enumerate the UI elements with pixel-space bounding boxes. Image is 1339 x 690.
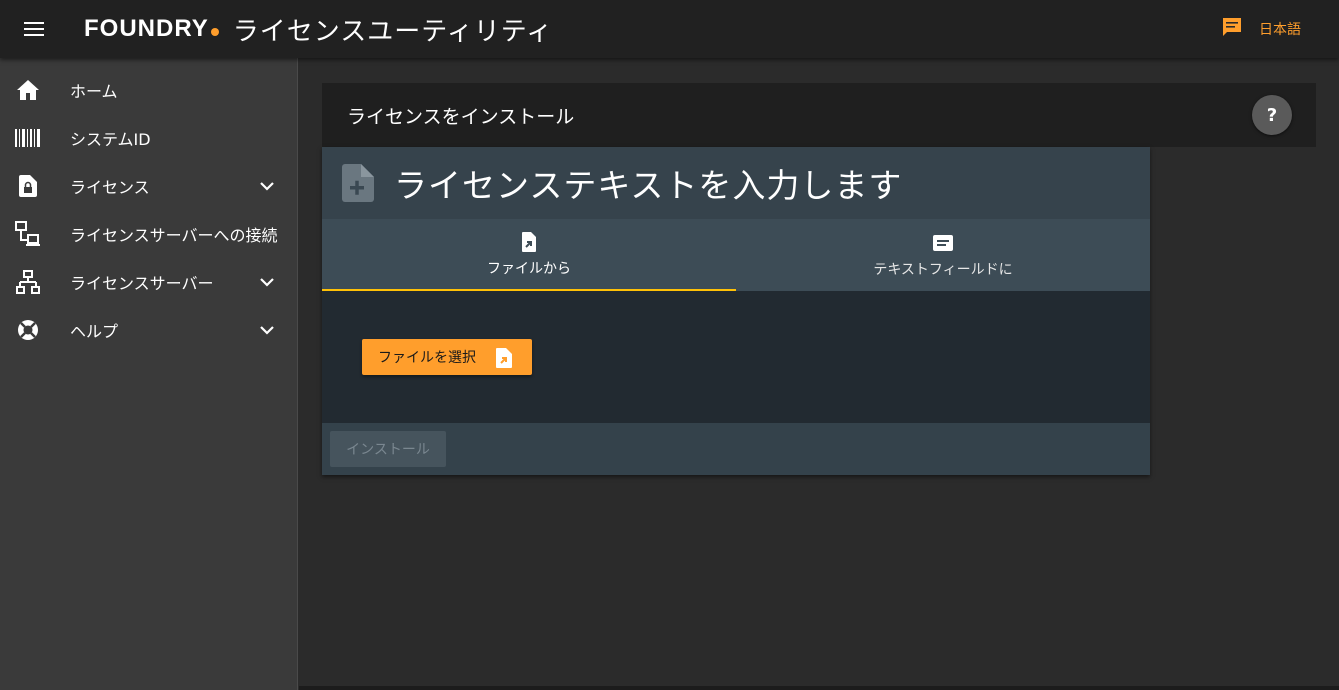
sidebar-item-label: ライセンスサーバーへの接続 xyxy=(70,226,278,245)
page-header: ライセンスをインストール ? xyxy=(322,83,1316,147)
sidebar-item-help[interactable]: ヘルプ xyxy=(0,306,297,354)
chevron-down-icon[interactable] xyxy=(257,272,277,292)
bottom-edge xyxy=(299,686,1339,690)
choose-file-label: ファイルを選択 xyxy=(378,350,476,366)
card-header: ライセンステキストを入力します xyxy=(322,147,1150,219)
barcode-icon xyxy=(14,124,42,152)
sidebar-item-label: システムID xyxy=(70,130,151,149)
sidebar-item-license[interactable]: ライセンス xyxy=(0,162,297,210)
network-connect-icon xyxy=(14,220,42,248)
home-icon xyxy=(14,76,42,104)
tab-panel-file: ファイルを選択 xyxy=(322,291,1150,423)
license-input-card: ライセンステキストを入力します ファイルから テキストフィールドに ファイルを選… xyxy=(322,147,1150,475)
app-bar: FOUNDRY ライセンスユーティリティ 日本語 xyxy=(0,0,1339,58)
sidebar-item-label: ライセンス xyxy=(70,178,150,197)
sidebar-item-home[interactable]: ホーム xyxy=(0,66,297,114)
main-content: ライセンスをインストール ? ライセンステキストを入力します ファイルから テキ… xyxy=(299,58,1339,686)
text-message-icon xyxy=(931,231,955,255)
card-actions: インストール xyxy=(322,423,1150,475)
sidebar-item-label: ヘルプ xyxy=(70,322,119,341)
sidebar: ホーム システムID ライセンス ライセンスサーバーへの接続 ライセンスサーバー xyxy=(0,58,298,690)
install-button[interactable]: インストール xyxy=(330,431,446,467)
tab-label: ファイルから xyxy=(487,261,571,277)
sidebar-item-system-id[interactable]: システムID xyxy=(0,114,297,162)
server-tree-icon xyxy=(14,268,42,296)
chat-bubble-icon xyxy=(1221,16,1243,42)
help-button[interactable]: ? xyxy=(1252,95,1292,135)
choose-file-button[interactable]: ファイルを選択 xyxy=(362,339,532,375)
lock-file-icon xyxy=(14,172,42,200)
sidebar-item-connect-license-server[interactable]: ライセンスサーバーへの接続 xyxy=(0,210,297,258)
sidebar-item-license-server[interactable]: ライセンスサーバー xyxy=(0,258,297,306)
language-selector[interactable]: 日本語 xyxy=(1221,0,1301,58)
brand-dot xyxy=(210,28,219,36)
file-add-icon xyxy=(342,164,374,202)
language-label: 日本語 xyxy=(1259,22,1301,38)
lifebuoy-icon xyxy=(14,316,42,344)
brand-name: FOUNDRY xyxy=(84,15,209,42)
menu-icon[interactable] xyxy=(22,17,46,41)
page-title: ライセンスをインストール xyxy=(347,105,575,128)
input-method-tabs: ファイルから テキストフィールドに xyxy=(322,219,1150,291)
tab-from-file[interactable]: ファイルから xyxy=(322,219,736,291)
chevron-down-icon[interactable] xyxy=(257,176,277,196)
card-title: ライセンステキストを入力します xyxy=(394,166,903,205)
tab-label: テキストフィールドに xyxy=(873,262,1013,278)
sidebar-item-label: ホーム xyxy=(70,82,118,101)
file-upload-icon xyxy=(517,230,541,254)
brand-logo: FOUNDRY xyxy=(84,15,219,43)
sidebar-item-label: ライセンスサーバー xyxy=(70,274,214,293)
tab-text-field[interactable]: テキストフィールドに xyxy=(736,219,1150,291)
file-upload-icon xyxy=(494,347,514,369)
app-title: ライセンスユーティリティ xyxy=(232,16,554,47)
chevron-down-icon[interactable] xyxy=(257,320,277,340)
